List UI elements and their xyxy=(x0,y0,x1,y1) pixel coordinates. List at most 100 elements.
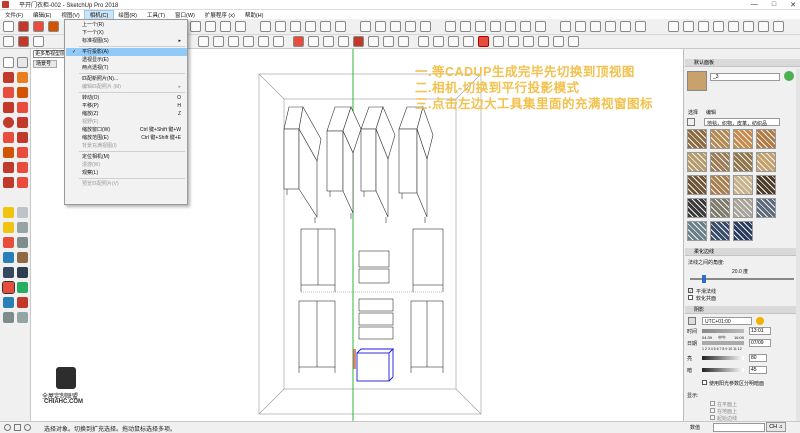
3d-text-icon[interactable] xyxy=(335,21,346,32)
zoom-extents-tool-icon[interactable] xyxy=(2,281,15,294)
tape-measure-tool-icon[interactable] xyxy=(3,207,14,218)
make-component-tool-icon[interactable] xyxy=(3,72,14,83)
shadows-icon[interactable] xyxy=(383,36,394,47)
scale-tool-icon[interactable] xyxy=(3,177,14,188)
light-slider[interactable] xyxy=(702,356,744,360)
menu-item-zoom-extents[interactable]: 缩放范围(E) Ctrl 键+Shift 键+E xyxy=(66,134,187,142)
select-arrow-icon[interactable] xyxy=(3,36,14,47)
add-detail-icon[interactable] xyxy=(635,21,646,32)
photo-texture-icon[interactable] xyxy=(773,21,784,32)
tab-edit[interactable]: 编辑 xyxy=(706,109,716,116)
move-icon[interactable] xyxy=(205,21,216,32)
material-swatch[interactable] xyxy=(756,198,776,218)
panel-scrollbar[interactable] xyxy=(796,69,800,429)
extension-manager-icon[interactable] xyxy=(728,21,739,32)
eraser-tool-icon[interactable] xyxy=(17,57,28,68)
back-edges-icon[interactable] xyxy=(433,36,444,47)
warehouse-icon[interactable] xyxy=(668,21,679,32)
menu-view[interactable]: 视图(V) xyxy=(56,11,84,19)
dark-slider[interactable] xyxy=(702,368,744,372)
fog-icon[interactable] xyxy=(398,36,409,47)
right-view-icon[interactable] xyxy=(538,36,549,47)
time-slider[interactable] xyxy=(702,329,744,333)
menu-file[interactable]: 文件(F) xyxy=(0,11,28,19)
back-view-icon[interactable] xyxy=(553,36,564,47)
position-camera-icon[interactable] xyxy=(228,36,239,47)
outer-shell-icon[interactable] xyxy=(460,21,471,32)
date-slider[interactable] xyxy=(702,341,744,345)
light-input[interactable]: 80 xyxy=(749,354,767,362)
components-panel-icon[interactable] xyxy=(308,36,319,47)
material-swatch[interactable] xyxy=(710,152,730,172)
menu-item-match-new-photo[interactable]: 匹配新照片(N)... xyxy=(66,75,187,83)
pan-icon[interactable] xyxy=(375,21,386,32)
pan-tool-icon[interactable] xyxy=(17,252,28,263)
menu-item-look-around[interactable]: 观察(L) xyxy=(66,169,187,177)
xray-icon[interactable] xyxy=(418,36,429,47)
zoom-icon[interactable] xyxy=(390,21,401,32)
shadows-header[interactable]: 阴影 xyxy=(685,306,800,314)
section-plane-tool-icon[interactable] xyxy=(17,312,28,323)
push-pull-tool-icon[interactable] xyxy=(3,147,14,158)
walk-icon[interactable] xyxy=(198,36,209,47)
dark-input[interactable]: 45 xyxy=(749,366,767,374)
front-view-icon[interactable] xyxy=(523,36,534,47)
tape-measure-icon[interactable] xyxy=(260,21,271,32)
menu-tools[interactable]: 工具(T) xyxy=(142,11,170,19)
on-faces-checkbox[interactable] xyxy=(710,401,715,406)
circle-icon[interactable] xyxy=(3,117,14,128)
user-icon[interactable] xyxy=(24,424,31,431)
solid-tools-icon[interactable] xyxy=(445,21,456,32)
soften-edges-header[interactable]: 柔化边线 xyxy=(685,248,800,256)
paint-tool-icon[interactable] xyxy=(17,72,28,83)
menu-item-pan[interactable]: 平移(P) H xyxy=(66,102,187,110)
look-around-icon[interactable] xyxy=(213,36,224,47)
left-view-icon[interactable] xyxy=(568,36,579,47)
styles-icon[interactable] xyxy=(323,36,334,47)
orbit-icon[interactable] xyxy=(360,21,371,32)
toggle-terrain-icon[interactable] xyxy=(758,21,769,32)
menu-item-previous[interactable]: 上一个(R) xyxy=(66,21,187,29)
create-material-icon[interactable] xyxy=(784,71,794,81)
close-icon[interactable]: ✕ xyxy=(790,1,796,9)
protractor-tool-icon[interactable] xyxy=(3,222,14,233)
material-swatch[interactable] xyxy=(710,198,730,218)
display-section-icon[interactable] xyxy=(273,36,284,47)
offset-icon[interactable] xyxy=(17,177,28,188)
material-library-dropdown[interactable]: 地毯，织物，皮革，纺织品 xyxy=(704,118,780,127)
sandbox-from-contours-icon[interactable] xyxy=(560,21,571,32)
menu-help[interactable]: 帮助(H) xyxy=(240,11,269,19)
menu-camera[interactable]: 相机(C) xyxy=(83,9,115,20)
follow-me-icon[interactable] xyxy=(17,147,28,158)
zoom-window-tool-icon[interactable] xyxy=(17,267,28,278)
section-cut-icon[interactable] xyxy=(258,36,269,47)
material-swatch[interactable] xyxy=(756,175,776,195)
dimension-tool-icon[interactable] xyxy=(17,207,28,218)
extension-warehouse-icon[interactable] xyxy=(683,21,694,32)
wireframe-icon[interactable] xyxy=(448,36,459,47)
drape-icon[interactable] xyxy=(620,21,631,32)
layers-icon[interactable] xyxy=(338,36,349,47)
material-swatch[interactable] xyxy=(687,129,707,149)
move-tool-icon[interactable] xyxy=(3,162,14,173)
eraser-icon[interactable] xyxy=(33,21,44,32)
date-input[interactable]: 07/09 xyxy=(749,339,771,347)
material-swatch[interactable] xyxy=(710,221,730,241)
normal-angle-slider-thumb[interactable] xyxy=(702,275,706,283)
material-name-field[interactable]: _3 xyxy=(710,73,780,81)
material-swatch[interactable] xyxy=(733,152,753,172)
menu-item-standard-views[interactable]: 标准视图(S) ▸ xyxy=(66,37,187,45)
make-component-icon[interactable] xyxy=(18,21,29,32)
freehand-icon[interactable] xyxy=(17,87,28,98)
zoom-tool-icon[interactable] xyxy=(3,267,14,278)
materials-icon[interactable] xyxy=(293,36,304,47)
intersect-icon[interactable] xyxy=(475,21,486,32)
menu-item-perspective[interactable]: 透视显示(E) xyxy=(66,56,187,64)
position-camera-tool-icon[interactable] xyxy=(3,297,14,308)
union-icon[interactable] xyxy=(490,21,501,32)
pencil-line-icon[interactable] xyxy=(3,87,14,98)
material-swatch[interactable] xyxy=(733,198,753,218)
from-edges-checkbox[interactable] xyxy=(710,415,715,420)
polygon-icon[interactable] xyxy=(17,117,28,128)
zoom-window-icon[interactable] xyxy=(405,21,416,32)
